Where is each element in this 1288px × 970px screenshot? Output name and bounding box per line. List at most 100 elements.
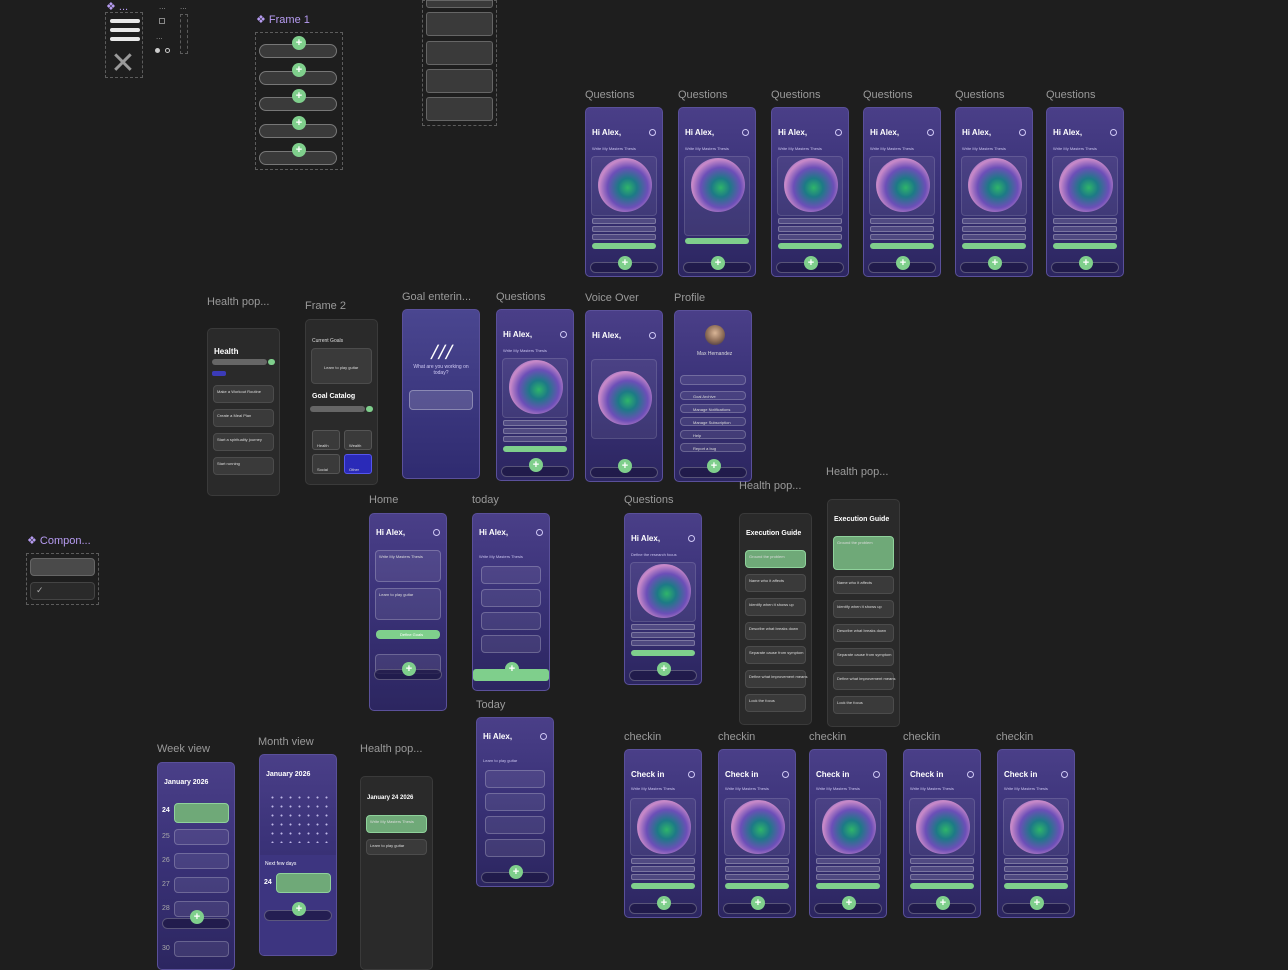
answer-option[interactable] — [631, 632, 695, 638]
guide-step[interactable]: Define what improvement means — [745, 670, 807, 688]
questions-screen[interactable]: Hi Alex, Write My Masters Thesis + — [771, 107, 849, 277]
menu-icon-component[interactable]: ✕ — [105, 12, 143, 79]
guide-step[interactable]: Separate cause from symptom — [833, 648, 894, 666]
goal-card[interactable]: Write My Masters Thesis — [375, 550, 441, 582]
profile-icon[interactable] — [1019, 129, 1026, 136]
answer-option[interactable] — [962, 218, 1026, 224]
guide-step[interactable]: Separate cause from symptom — [745, 646, 806, 664]
profile-icon[interactable] — [433, 529, 440, 536]
day-task-card[interactable] — [276, 873, 331, 893]
answer-option[interactable] — [778, 218, 842, 224]
profile-icon[interactable] — [782, 771, 789, 778]
profile-icon[interactable] — [873, 771, 880, 778]
answer-option[interactable] — [870, 218, 934, 224]
mic-button[interactable] — [1053, 243, 1117, 249]
category-social[interactable]: Social — [312, 454, 340, 474]
profile-icon[interactable] — [742, 129, 749, 136]
answer-option[interactable] — [725, 866, 789, 872]
add-icon[interactable]: + — [657, 896, 671, 910]
guide-step-active[interactable]: Ground the problem — [745, 550, 806, 568]
calendar-grid[interactable] — [268, 793, 328, 843]
add-button[interactable] — [268, 359, 275, 365]
guide-step[interactable]: Identify when it shows up — [833, 600, 894, 618]
add-icon[interactable]: + — [292, 143, 306, 157]
current-goal-card[interactable]: Learn to play guitar — [311, 348, 372, 384]
checkin-screen[interactable]: Check in Write My Masters Thesis + — [624, 749, 702, 918]
answer-option[interactable] — [631, 866, 695, 872]
input-variant[interactable] — [426, 0, 493, 8]
answer-option[interactable] — [1004, 866, 1068, 872]
mic-button[interactable] — [631, 883, 695, 889]
goal-card[interactable]: Start a spirituality journey — [213, 433, 274, 451]
add-icon[interactable]: + — [711, 256, 725, 270]
task-item-unchecked[interactable] — [30, 558, 95, 576]
checkin-screen[interactable]: Check in Write My Masters Thesis + — [903, 749, 981, 918]
search-input[interactable] — [310, 406, 365, 412]
questions-screen[interactable]: Hi Alex, Define the research focus + — [624, 513, 702, 685]
today-screen[interactable]: Hi Alex, Write My Masters Thesis + — [472, 513, 550, 691]
day-popup-screen[interactable]: January 24 2026 Write My Masters Thesis … — [360, 776, 433, 970]
execution-guide-screen[interactable]: Execution Guide Ground the problem Name … — [739, 513, 812, 725]
add-icon[interactable]: + — [190, 910, 204, 924]
profile-icon[interactable] — [967, 771, 974, 778]
answer-option[interactable] — [631, 874, 695, 880]
toggle-component[interactable] — [180, 14, 188, 54]
add-icon[interactable]: + — [1079, 256, 1093, 270]
mic-button[interactable] — [778, 243, 842, 249]
mic-button[interactable] — [685, 238, 749, 244]
guide-step[interactable]: Define what improvement means — [833, 672, 895, 690]
day-task-card[interactable] — [174, 829, 229, 845]
answer-option[interactable] — [816, 874, 880, 880]
mic-button[interactable] — [1004, 883, 1068, 889]
profile-icon[interactable] — [536, 529, 543, 536]
answer-option[interactable] — [910, 858, 974, 864]
add-icon[interactable]: + — [509, 865, 523, 879]
answer-option[interactable] — [962, 234, 1026, 240]
goal-entering-screen[interactable]: ╱╱╱ What are you working on today? — [402, 309, 480, 479]
add-icon[interactable]: + — [292, 63, 306, 77]
today-screen[interactable]: Hi Alex, Learn to play guitar + — [476, 717, 554, 887]
task-card[interactable] — [481, 612, 541, 630]
mic-button[interactable] — [910, 883, 974, 889]
answer-option[interactable] — [816, 858, 880, 864]
day-task-card[interactable] — [174, 877, 229, 893]
frame1-label[interactable]: ❖ Frame 1 — [256, 13, 310, 26]
add-icon[interactable]: + — [529, 458, 543, 472]
execution-guide-screen[interactable]: Execution Guide Ground the problem Name … — [827, 499, 900, 727]
profile-icon[interactable] — [540, 733, 547, 740]
answer-option[interactable] — [725, 858, 789, 864]
answer-option[interactable] — [816, 866, 880, 872]
profile-icon[interactable] — [835, 129, 842, 136]
answer-option[interactable] — [631, 858, 695, 864]
input-variant[interactable] — [426, 69, 493, 93]
category-wealth[interactable]: Wealth — [344, 430, 372, 450]
add-icon[interactable]: + — [657, 662, 671, 676]
guide-step[interactable]: Describe what breaks down — [745, 622, 806, 640]
week-view-screen[interactable]: January 2026 24 25 26 27 28 + 30 — [157, 762, 235, 970]
profile-icon[interactable] — [927, 129, 934, 136]
search-input[interactable] — [212, 359, 267, 365]
filter-chip[interactable] — [212, 371, 226, 376]
profile-icon[interactable] — [560, 331, 567, 338]
profile-menu-item[interactable]: Help — [680, 430, 746, 439]
goal-card[interactable]: Create a Meal Plan — [213, 409, 274, 427]
answer-option[interactable] — [778, 226, 842, 232]
profile-menu-item[interactable]: Manage Notifications — [680, 404, 746, 413]
add-icon[interactable]: + — [896, 256, 910, 270]
task-card[interactable]: Write My Masters Thesis — [366, 815, 427, 833]
voice-over-screen[interactable]: Hi Alex, + — [585, 310, 663, 482]
define-goals-button[interactable]: Define Goals — [376, 630, 440, 639]
profile-icon[interactable] — [649, 332, 656, 339]
day-task-card[interactable] — [174, 853, 229, 869]
questions-screen[interactable]: Hi Alex, Write My Masters Thesis + — [496, 309, 574, 481]
answer-option[interactable] — [1004, 874, 1068, 880]
profile-icon[interactable] — [1061, 771, 1068, 778]
answer-option[interactable] — [1053, 226, 1117, 232]
input-variant[interactable] — [426, 41, 493, 65]
frame2-screen[interactable]: Current Goals Learn to play guitar Goal … — [305, 319, 378, 485]
task-item-checked[interactable]: ✓ — [30, 582, 95, 600]
answer-option[interactable] — [778, 234, 842, 240]
add-icon[interactable]: + — [292, 89, 306, 103]
questions-screen[interactable]: Hi Alex, Write My Masters Thesis + — [678, 107, 756, 277]
answer-option[interactable] — [870, 234, 934, 240]
